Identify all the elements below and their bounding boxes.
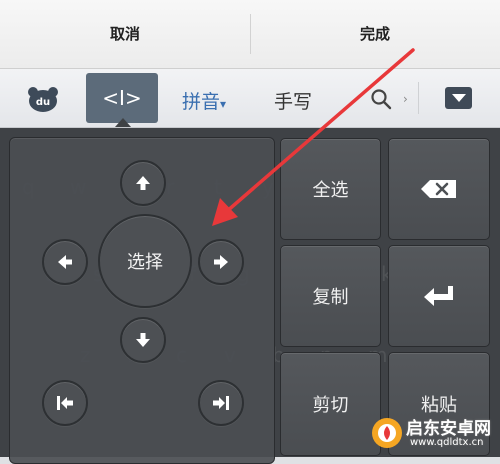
copy-button[interactable]: 复制: [280, 245, 381, 347]
arrow-to-start-icon: [57, 396, 73, 410]
top-bar: 取消 完成: [0, 0, 500, 69]
cursor-right-button[interactable]: [198, 239, 244, 285]
arrow-left-icon: [58, 255, 72, 269]
watermark-logo-icon: [372, 418, 402, 448]
watermark: 启东安卓网 www.qdldtx.cn: [370, 410, 500, 454]
select-button[interactable]: 选择: [98, 214, 192, 308]
cursor-up-button[interactable]: [120, 160, 166, 206]
svg-text:du: du: [36, 97, 50, 108]
search-icon[interactable]: [370, 88, 392, 110]
chevron-down-icon: ▾: [220, 97, 227, 111]
cursor-line-start-button[interactable]: [42, 380, 88, 426]
tab-pinyin[interactable]: 拼音▾: [182, 87, 226, 114]
select-all-button[interactable]: 全选: [280, 138, 381, 240]
backspace-icon: [421, 180, 456, 198]
tab-handwriting[interactable]: 手写: [274, 87, 312, 114]
cursor-edit-button[interactable]: <I>: [86, 73, 158, 123]
cursor-line-end-button[interactable]: [198, 380, 244, 426]
arrow-down-icon: [136, 333, 150, 347]
cursor-down-button[interactable]: [120, 317, 166, 363]
chevron-right-icon[interactable]: ›: [403, 92, 408, 106]
arrow-to-end-icon: [213, 396, 229, 410]
backspace-button[interactable]: [388, 138, 490, 240]
toolbar-divider: [418, 82, 419, 114]
return-icon: [424, 286, 453, 306]
baidu-bear-logo-icon[interactable]: du: [27, 86, 59, 112]
arrow-up-icon: [136, 176, 150, 190]
select-label: 选择: [127, 252, 163, 273]
arrow-right-icon: [214, 255, 228, 269]
active-tab-pointer: [115, 118, 131, 127]
watermark-name: 启东安卓网: [406, 419, 491, 439]
tab-pinyin-label: 拼音: [182, 91, 221, 113]
ime-toolbar: du <I>: [0, 69, 500, 128]
done-button[interactable]: 完成: [250, 0, 500, 68]
cursor-left-button[interactable]: [42, 239, 88, 285]
cut-button[interactable]: 剪切: [280, 352, 381, 456]
enter-button[interactable]: [388, 245, 490, 347]
cancel-button[interactable]: 取消: [0, 0, 250, 68]
watermark-url: www.qdldtx.cn: [410, 437, 484, 448]
hide-keyboard-button[interactable]: [445, 87, 472, 109]
